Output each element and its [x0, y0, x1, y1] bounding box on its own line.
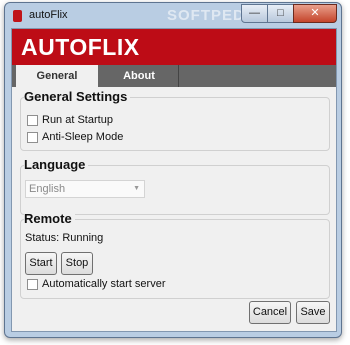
maximize-button[interactable]: □ [267, 4, 294, 23]
remote-status: Status: Running [25, 232, 103, 244]
language-select[interactable]: English ▼ [25, 180, 145, 198]
start-button[interactable]: Start [25, 252, 57, 275]
title-bar[interactable]: autoFlix SOFTPEDIA — □ ✕ [5, 3, 341, 27]
auto-start-server-checkbox[interactable] [27, 278, 38, 290]
status-value: Running [62, 232, 104, 244]
general-settings-title: General Settings [24, 89, 131, 104]
run-at-startup-option[interactable]: Run at Startup [27, 114, 113, 126]
anti-sleep-mode-label: Anti-Sleep Mode [42, 131, 124, 143]
anti-sleep-mode-checkbox[interactable] [27, 131, 38, 143]
window-title: autoFlix [29, 9, 68, 21]
language-title: Language [24, 157, 89, 172]
close-button[interactable]: ✕ [293, 4, 337, 23]
remote-title: Remote [24, 211, 75, 226]
run-at-startup-checkbox[interactable] [27, 114, 38, 126]
brand-banner: AUTOFLIX [12, 29, 336, 65]
auto-start-server-label: Automatically start server [42, 278, 166, 290]
caption-buttons: — □ ✕ [241, 4, 337, 23]
remote-group: Remote Status: Running Start Stop Automa… [20, 211, 330, 299]
run-at-startup-label: Run at Startup [42, 114, 113, 126]
tab-about[interactable]: About [100, 65, 179, 87]
app-window: autoFlix SOFTPEDIA — □ ✕ AUTOFLIX Genera… [4, 2, 342, 338]
language-selected-value: English [29, 183, 66, 195]
chevron-down-icon: ▼ [133, 185, 140, 192]
tab-bar: General About [12, 65, 336, 87]
client-area: AUTOFLIX General About General Settings … [11, 28, 337, 332]
general-settings-group: General Settings Run at Startup Anti-Sle… [20, 89, 330, 151]
auto-start-server-option[interactable]: Automatically start server [27, 278, 165, 290]
minimize-button[interactable]: — [241, 4, 268, 23]
stop-button[interactable]: Stop [61, 252, 93, 275]
brand-logo: AUTOFLIX [21, 34, 140, 60]
tab-general[interactable]: General [16, 65, 98, 87]
status-label: Status: [25, 232, 60, 244]
anti-sleep-mode-option[interactable]: Anti-Sleep Mode [27, 131, 123, 143]
app-icon [13, 10, 22, 22]
save-button[interactable]: Save [296, 301, 330, 324]
cancel-button[interactable]: Cancel [249, 301, 291, 324]
language-group: Language English ▼ [20, 157, 330, 215]
